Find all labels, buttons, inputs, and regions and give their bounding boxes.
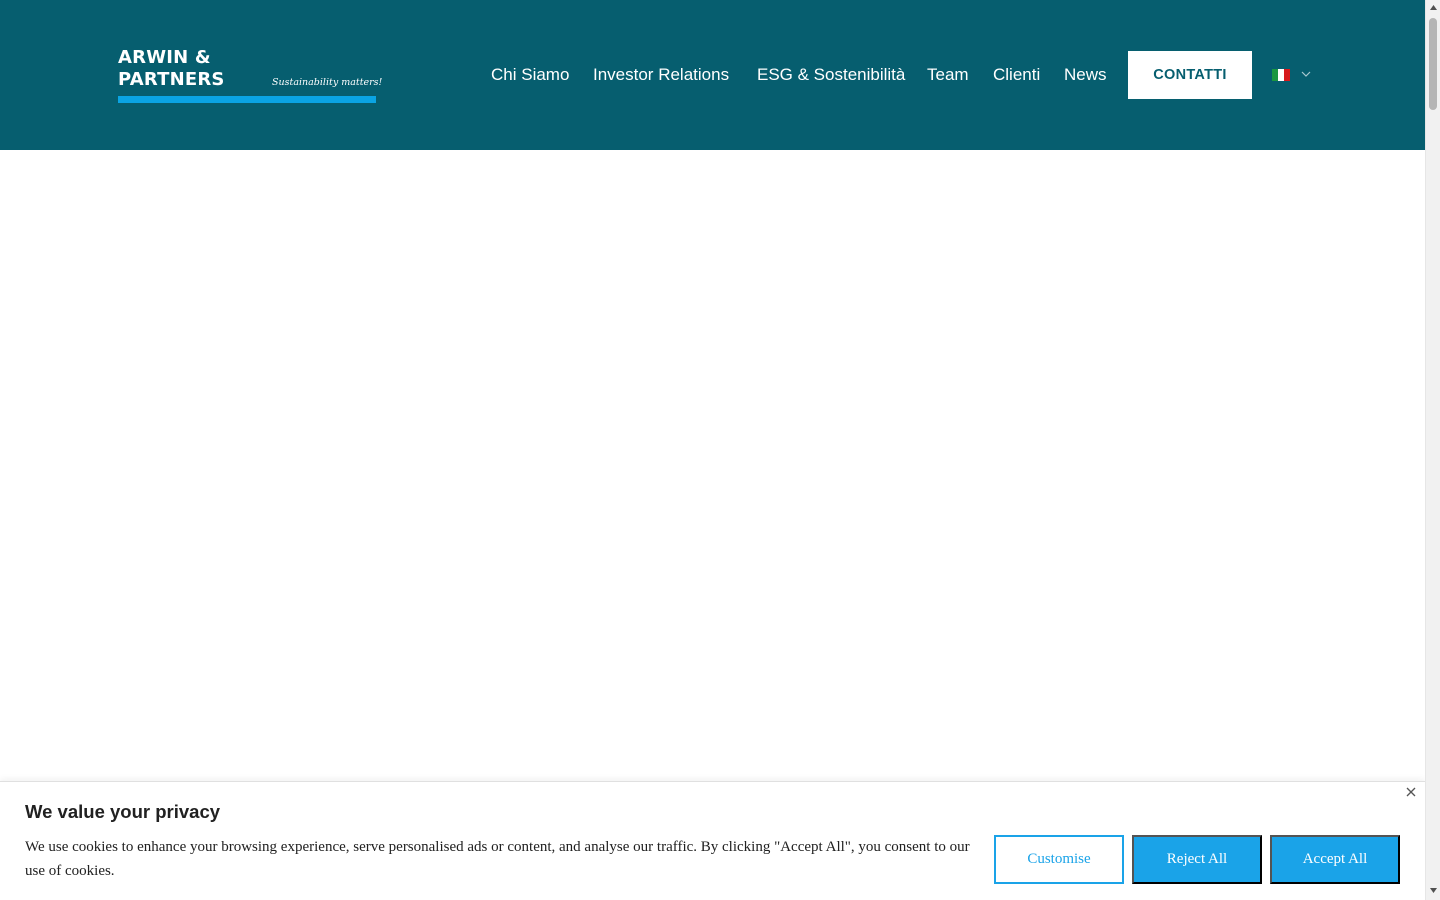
cookie-banner-text: We use cookies to enhance your browsing … [25, 839, 970, 879]
customise-button[interactable]: Customise [994, 835, 1124, 884]
nav-item-chi-siamo[interactable]: Chi Siamo [491, 62, 569, 88]
nav-item-esg-sostenibilita[interactable]: ESG & Sostenibilità [757, 62, 905, 88]
language-selector[interactable] [1272, 68, 1312, 82]
reject-all-button[interactable]: Reject All [1132, 835, 1262, 884]
accept-all-button[interactable]: Accept All [1270, 835, 1400, 884]
chevron-down-icon [1301, 71, 1311, 77]
cookie-banner: We value your privacy We use cookies to … [0, 781, 1425, 900]
italy-flag-icon [1272, 69, 1290, 81]
logo-name-line2: PARTNERS [118, 69, 225, 90]
logo[interactable]: ARWIN & PARTNERS Sustainability matters! [118, 46, 382, 106]
logo-tagline: Sustainability matters! [272, 77, 383, 88]
nav-item-clienti[interactable]: Clienti [993, 62, 1040, 88]
scroll-down-arrow-icon[interactable] [1429, 886, 1438, 895]
site-header: ARWIN & PARTNERS Sustainability matters!… [0, 0, 1425, 150]
cookie-banner-title: We value your privacy [25, 801, 221, 822]
nav-item-investor-relations[interactable]: Investor Relations [593, 62, 729, 88]
scroll-up-arrow-icon[interactable] [1429, 3, 1438, 12]
close-icon[interactable] [1404, 785, 1418, 799]
vertical-scrollbar[interactable] [1425, 0, 1440, 900]
logo-underline-bar [118, 96, 376, 103]
nav-item-news[interactable]: News [1064, 62, 1107, 88]
page: ARWIN & PARTNERS Sustainability matters!… [0, 0, 1425, 900]
logo-name-line1: ARWIN & [118, 47, 211, 68]
scrollbar-thumb[interactable] [1429, 18, 1437, 110]
nav-item-team[interactable]: Team [927, 62, 969, 88]
contact-button[interactable]: CONTATTI [1128, 51, 1252, 99]
